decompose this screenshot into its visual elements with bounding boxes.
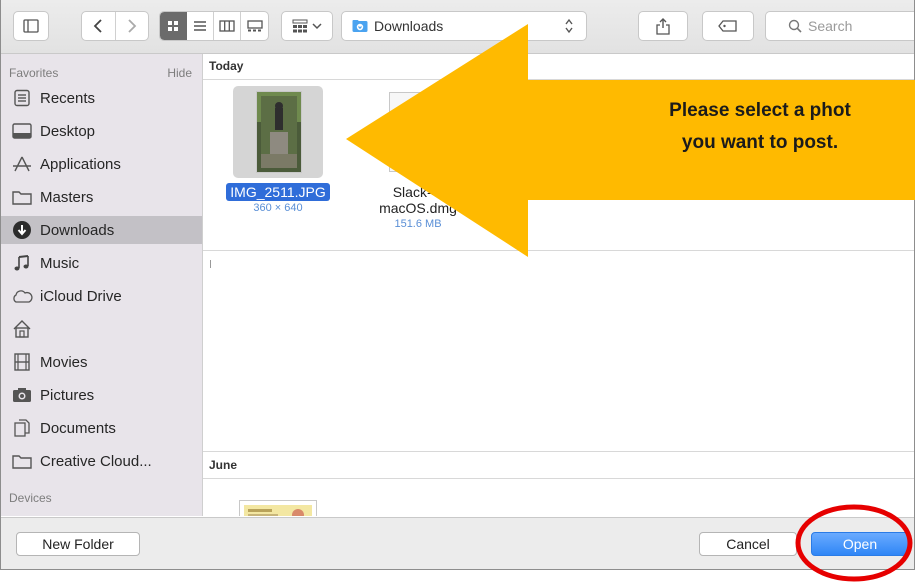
view-gallery-button[interactable] [241, 12, 268, 40]
sidebar-item-label: Applications [40, 155, 121, 173]
favorites-header: Favorites [9, 66, 59, 80]
group-by-button[interactable] [281, 11, 333, 41]
photo-statue-image [257, 92, 301, 172]
sidebar-icon [23, 19, 39, 33]
highlight-ring [795, 504, 913, 582]
recents-icon [11, 87, 33, 109]
folder-icon [11, 450, 33, 472]
sidebar-item-applications[interactable]: Applications [11, 150, 194, 178]
view-list-button[interactable] [187, 12, 214, 40]
sidebar-toggle-button[interactable] [13, 11, 49, 41]
list-icon [193, 21, 206, 31]
sidebar-item-creative-cloud[interactable]: Creative Cloud... [11, 447, 194, 475]
cancel-button[interactable]: Cancel [699, 532, 797, 556]
folder-icon [11, 186, 33, 208]
text-cursor [210, 260, 211, 268]
devices-header: Devices [9, 491, 52, 505]
sidebar-item-home[interactable] [11, 315, 194, 343]
june-file-thumbnail[interactable] [239, 500, 317, 516]
sidebar-item-label: Masters [40, 188, 94, 206]
camera-icon [11, 384, 33, 406]
icon-grid-icon [168, 21, 179, 31]
sidebar-item-label: Downloads [40, 221, 115, 239]
sidebar-item-pictures[interactable]: Pictures [11, 381, 194, 409]
chevron-down-icon [312, 23, 322, 30]
sidebar-item-movies[interactable]: Movies [11, 348, 194, 376]
music-icon [11, 252, 33, 274]
documents-icon [11, 417, 33, 439]
gallery-icon [246, 20, 263, 32]
back-button[interactable] [82, 12, 116, 40]
section-header-june: June [203, 451, 914, 479]
file-name: IMG_2511.JPG [226, 183, 330, 201]
view-mode-control [159, 11, 269, 41]
columns-icon [219, 20, 235, 32]
sidebar-item-label: Desktop [40, 122, 96, 140]
applications-icon [11, 153, 33, 175]
sidebar-item-masters[interactable]: Masters [11, 183, 194, 211]
movies-icon [11, 351, 33, 373]
sidebar-item-label: Creative Cloud... [40, 452, 152, 470]
callout-line-2: you want to post. [681, 132, 839, 153]
dialog-footer: New Folder Cancel Open [1, 517, 914, 569]
nav-buttons [81, 11, 149, 41]
sidebar-item-icloud-drive[interactable]: iCloud Drive [11, 282, 194, 310]
sidebar-item-label: Pictures [40, 386, 95, 404]
sidebar-item-documents[interactable]: Documents [11, 414, 194, 442]
view-icons-button[interactable] [160, 12, 187, 40]
sidebar-item-label: Recents [40, 89, 96, 107]
instruction-callout: Please select a phot you want to post. [600, 95, 915, 159]
view-columns-button[interactable] [214, 12, 242, 40]
desktop-icon [11, 120, 33, 142]
home-icon [11, 318, 33, 340]
callout-line-1: Please select a phot [669, 100, 851, 121]
sidebar-item-recents[interactable]: Recents [11, 84, 194, 112]
file-dimensions: 360 × 640 [253, 202, 303, 214]
sidebar-item-label: iCloud Drive [40, 287, 122, 305]
sidebar-item-music[interactable]: Music [11, 249, 194, 277]
sidebar-item-label: Music [40, 254, 80, 272]
hide-favorites-button[interactable]: Hide [167, 66, 192, 80]
file-item-img-2511[interactable]: IMG_2511.JPG 360 × 640 [219, 183, 337, 214]
new-folder-button[interactable]: New Folder [16, 532, 140, 556]
downloads-icon [11, 219, 33, 241]
sidebar-item-downloads[interactable]: Downloads [1, 216, 202, 244]
chevron-left-icon [93, 19, 102, 33]
img-2511-thumbnail[interactable] [256, 91, 302, 173]
sidebar-item-desktop[interactable]: Desktop [11, 117, 194, 145]
group-grid-icon [292, 19, 308, 33]
flyer-image [244, 505, 312, 516]
sidebar-item-label: Movies [40, 353, 88, 371]
chevron-right-icon [128, 19, 137, 33]
forward-button[interactable] [116, 12, 149, 40]
cloud-icon [11, 285, 33, 307]
sidebar: Favorites Hide Recents Desktop Applicati… [1, 54, 203, 516]
sidebar-item-label: Documents [40, 419, 116, 437]
